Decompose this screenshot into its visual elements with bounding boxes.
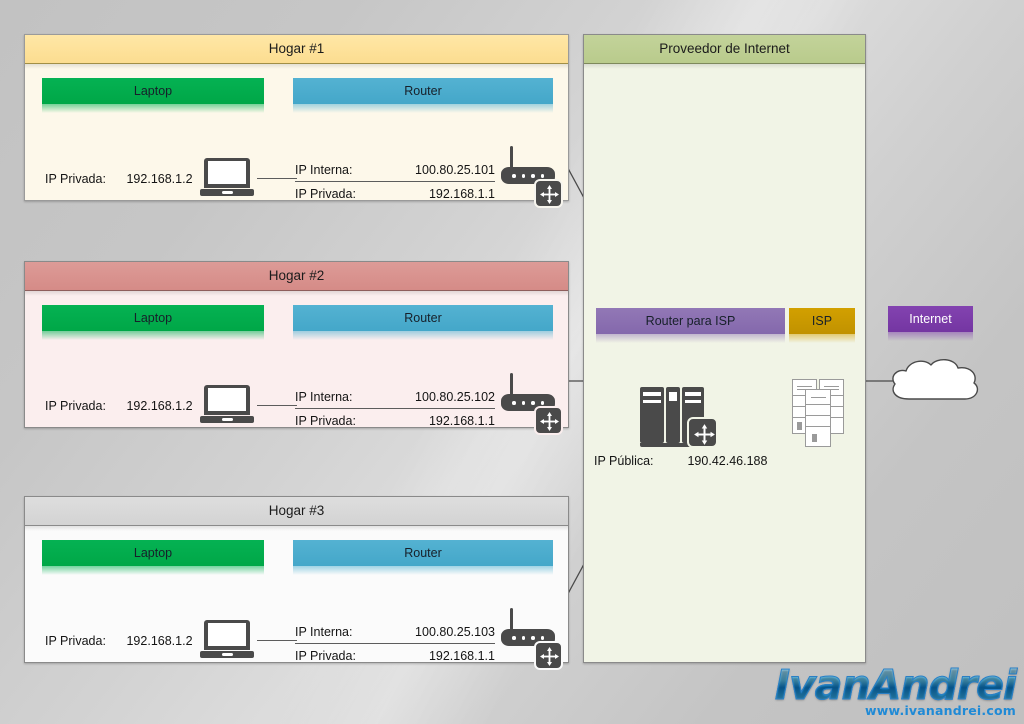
isp-router-chip: Router para ISP xyxy=(596,308,785,343)
home-1-router-divider xyxy=(295,181,495,182)
home-1-router-ips: IP Interna: 100.80.25.101 IP Privada: 19… xyxy=(295,160,495,204)
internet-chip: Internet xyxy=(888,306,973,341)
home-1-router-private-value: 192.168.1.1 xyxy=(428,187,495,201)
home-2-laptop-ip: IP Privada: 192.168.1.2 xyxy=(45,399,193,413)
home-3-router-private-label: IP Privada: xyxy=(295,649,356,663)
home-1-laptop-ip: IP Privada: 192.168.1.2 xyxy=(45,172,193,186)
home-2-router-private-row: IP Privada: 192.168.1.1 xyxy=(295,411,495,431)
home-1-laptop-chip: Laptop xyxy=(42,78,264,113)
home-1-router-chip: Router xyxy=(293,78,553,113)
isp-public-ip-value: 190.42.46.188 xyxy=(687,454,768,468)
home-2-title: Hogar #2 xyxy=(25,262,568,296)
laptop-icon xyxy=(200,158,254,196)
isp-router-icon xyxy=(640,387,718,451)
home-3-laptop-ip-value: 192.168.1.2 xyxy=(126,634,193,648)
home-1-laptop-ip-label: IP Privada: xyxy=(45,172,106,186)
home-2-laptop-wire xyxy=(257,405,297,406)
isp-panel-title: Proveedor de Internet xyxy=(584,35,865,69)
home-3-router-private-value: 192.168.1.1 xyxy=(428,649,495,663)
home-3-router-internal-value: 100.80.25.103 xyxy=(415,625,495,639)
home-1-router-private-row: IP Privada: 192.168.1.1 xyxy=(295,184,495,204)
isp-panel[interactable]: Proveedor de Internet Router para ISP IP… xyxy=(583,34,866,663)
home-2-router-chip: Router xyxy=(293,305,553,340)
home-3-laptop-wire xyxy=(257,640,297,641)
server-stack-icon xyxy=(792,379,852,447)
isp-chip: ISP xyxy=(789,308,855,343)
home-2-router-divider xyxy=(295,408,495,409)
home-3-laptop-chip: Laptop xyxy=(42,540,264,575)
laptop-icon xyxy=(200,385,254,423)
home-1-router-private-label: IP Privada: xyxy=(295,187,356,201)
home-3-router-private-row: IP Privada: 192.168.1.1 xyxy=(295,646,495,666)
home-panel-2[interactable]: Hogar #2 Laptop Router IP Privada: 192.1… xyxy=(24,261,569,435)
home-1-router-internal-value: 100.80.25.101 xyxy=(415,163,495,177)
watermark: IvanAndrei www.ivanandrei.com xyxy=(774,661,1017,718)
wifi-router-icon xyxy=(501,373,563,435)
home-2-router-ips: IP Interna: 100.80.25.102 IP Privada: 19… xyxy=(295,387,495,431)
home-1-title: Hogar #1 xyxy=(25,35,568,69)
home-3-title: Hogar #3 xyxy=(25,497,568,531)
home-2-laptop-ip-value: 192.168.1.2 xyxy=(126,399,193,413)
home-1-laptop-ip-value: 192.168.1.2 xyxy=(126,172,193,186)
wifi-router-icon xyxy=(501,146,563,208)
home-3-laptop-ip: IP Privada: 192.168.1.2 xyxy=(45,634,193,648)
home-3-router-divider xyxy=(295,643,495,644)
home-2-router-internal-value: 100.80.25.102 xyxy=(415,390,495,404)
laptop-icon xyxy=(200,620,254,658)
home-2-laptop-ip-label: IP Privada: xyxy=(45,399,106,413)
internet-cloud-icon xyxy=(892,359,979,400)
home-2-router-private-value: 192.168.1.1 xyxy=(428,414,495,428)
home-3-router-internal-row: IP Interna: 100.80.25.103 xyxy=(295,622,495,642)
watermark-brand: IvanAndrei xyxy=(774,661,1017,709)
home-1-router-internal-label: IP Interna: xyxy=(295,163,353,177)
wifi-router-icon xyxy=(501,608,563,670)
isp-public-ip-label: IP Pública: xyxy=(594,454,654,468)
home-2-router-private-label: IP Privada: xyxy=(295,414,356,428)
home-1-router-internal-row: IP Interna: 100.80.25.101 xyxy=(295,160,495,180)
home-3-laptop-ip-label: IP Privada: xyxy=(45,634,106,648)
home-3-router-ips: IP Interna: 100.80.25.103 IP Privada: 19… xyxy=(295,622,495,666)
home-1-laptop-wire xyxy=(257,178,297,179)
home-2-router-internal-row: IP Interna: 100.80.25.102 xyxy=(295,387,495,407)
home-panel-1[interactable]: Hogar #1 Laptop Router IP Privada: 192.1… xyxy=(24,34,569,208)
home-panel-3[interactable]: Hogar #3 Laptop Router IP Privada: 192.1… xyxy=(24,496,569,670)
isp-public-ip: IP Pública: 190.42.46.188 xyxy=(594,454,767,468)
home-3-router-chip: Router xyxy=(293,540,553,575)
home-2-laptop-chip: Laptop xyxy=(42,305,264,340)
home-3-router-internal-label: IP Interna: xyxy=(295,625,353,639)
home-2-router-internal-label: IP Interna: xyxy=(295,390,353,404)
